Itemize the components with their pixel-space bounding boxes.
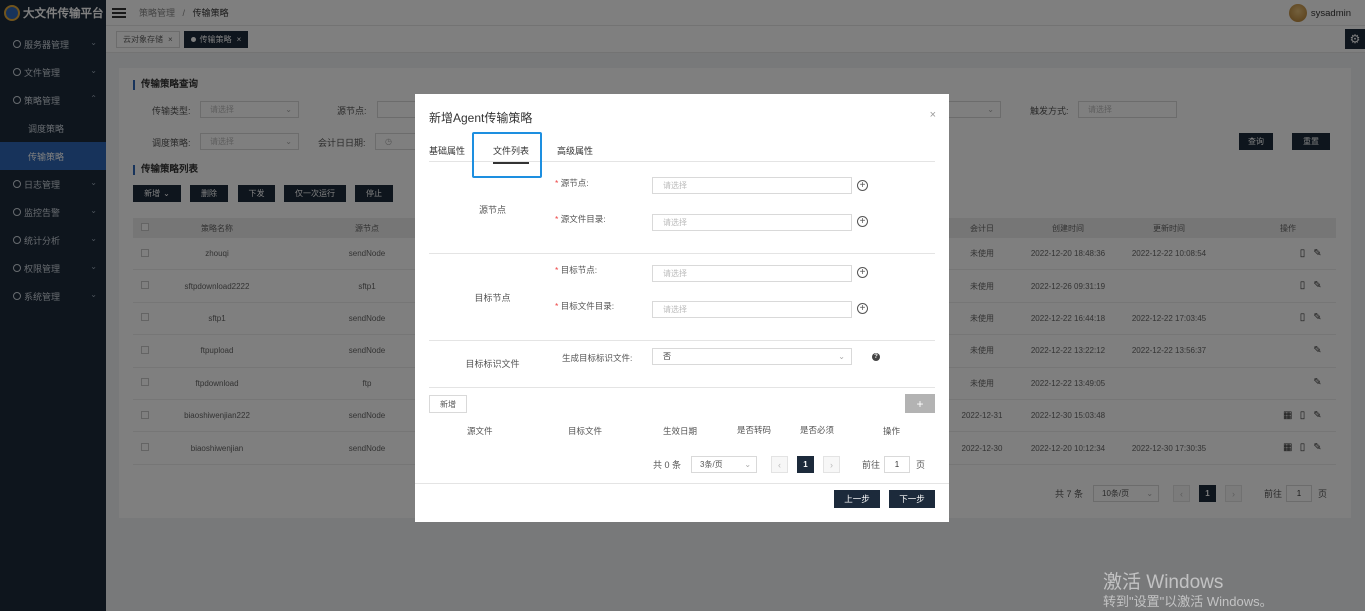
goto-page-input[interactable]: 1 xyxy=(884,456,911,473)
col-required: 是否必须 xyxy=(800,425,835,435)
activation-watermark: 激活 Windows 转到"设置"以激活 Windows。 xyxy=(1103,572,1273,609)
add-circle-icon[interactable]: + xyxy=(857,303,868,314)
footer-divider xyxy=(415,483,949,484)
tab-basic[interactable]: 基础属性 xyxy=(429,144,465,157)
col-actions: 操作 xyxy=(883,426,901,436)
chevron-down-icon: ⌄ xyxy=(744,460,752,469)
target-node-input[interactable]: 请选择 xyxy=(652,265,852,282)
flag-field-label: 生成目标标识文件: xyxy=(562,353,633,363)
add-policy-modal: 新增Agent传输策略 × 基础属性 文件列表 高级属性 源节点 * 源节点: … xyxy=(415,94,949,522)
page-number[interactable]: 1 xyxy=(797,456,815,473)
close-icon[interactable]: × xyxy=(930,109,936,121)
prev-step-button[interactable]: 上一步 xyxy=(834,490,880,508)
chevron-down-icon: ⌄ xyxy=(838,352,845,361)
next-page-button[interactable]: › xyxy=(823,456,841,473)
target-dir-field-label: * 目标文件目录: xyxy=(555,301,615,311)
target-dir-input[interactable]: 请选择 xyxy=(652,301,852,318)
divider xyxy=(429,340,935,341)
help-icon[interactable]: ? xyxy=(872,353,880,361)
focus-highlight xyxy=(472,132,542,178)
col-target-file: 目标文件 xyxy=(568,426,603,436)
col-transcode: 是否转码 xyxy=(737,425,772,435)
add-circle-icon[interactable]: + xyxy=(857,267,868,278)
source-node-field-label: * 源节点: xyxy=(555,178,589,188)
next-step-button[interactable]: 下一步 xyxy=(889,490,935,508)
col-source-file: 源文件 xyxy=(467,426,493,436)
add-row-button[interactable]: + xyxy=(905,394,935,413)
page-size-select[interactable]: 3条/页 ⌄ xyxy=(691,456,758,473)
add-circle-icon[interactable]: + xyxy=(857,216,868,227)
target-node-field-label: * 目标节点: xyxy=(555,265,598,275)
flag-group-label: 目标标识文件 xyxy=(465,359,520,369)
add-file-button[interactable]: 新增 xyxy=(429,395,467,413)
divider xyxy=(429,253,935,254)
add-circle-icon[interactable]: + xyxy=(857,180,868,191)
prev-page-button[interactable]: ‹ xyxy=(771,456,789,473)
target-group-label: 目标节点 xyxy=(474,293,511,303)
divider xyxy=(429,387,935,388)
pager-total: 共 0 条 xyxy=(653,460,682,470)
source-dir-field-label: * 源文件目录: xyxy=(555,214,606,224)
flag-select[interactable]: 否 ⌄ xyxy=(652,348,852,365)
modal-pager: 共 0 条 3条/页 ⌄ ‹ 1 › 前往 1 页 xyxy=(653,456,925,473)
source-node-input[interactable]: 请选择 xyxy=(652,177,852,194)
source-dir-input[interactable]: 请选择 xyxy=(652,214,852,231)
source-group-label: 源节点 xyxy=(478,205,506,215)
tab-advanced[interactable]: 高级属性 xyxy=(557,144,593,157)
col-effective-date: 生效日期 xyxy=(663,426,698,436)
modal-title: 新增Agent传输策略 xyxy=(429,111,533,125)
